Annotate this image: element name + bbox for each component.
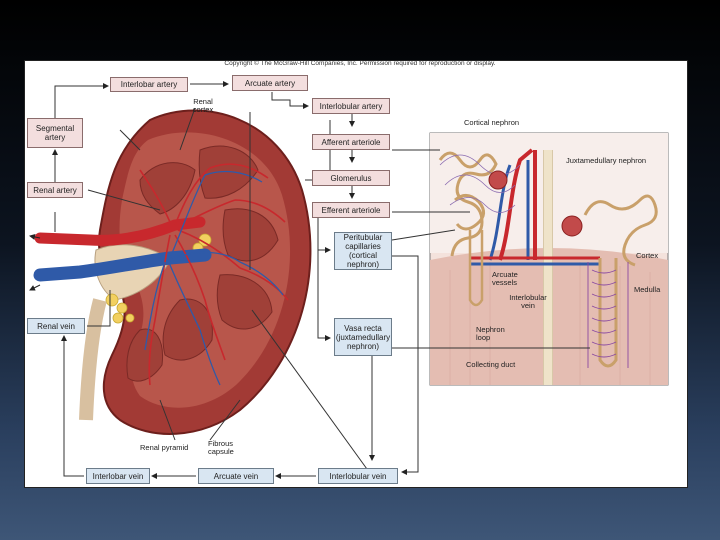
nephron-inset <box>429 132 669 386</box>
fibrous-capsule-label: Fibrous capsule <box>208 439 234 456</box>
arcuate-vessels-label: Arcuate vessels <box>492 270 518 287</box>
renal-artery-box: Renal artery <box>27 182 83 198</box>
juxtamedullary-nephron-label: Juxtamedullary nephron <box>566 156 647 165</box>
cortex-label: Cortex <box>636 251 659 260</box>
arcuate-vein-box: Arcuate vein <box>198 468 274 484</box>
glomerulus-box: Glomerulus <box>312 170 390 186</box>
kidney-illustration <box>29 109 312 435</box>
segmental-artery-box: Segmental artery <box>27 118 83 148</box>
diagram-graphics <box>29 81 669 479</box>
slide: Copyright © The McGraw-Hill Companies, I… <box>0 0 720 540</box>
renal-vein-box: Renal vein <box>27 318 85 334</box>
arcuate-artery-box: Arcuate artery <box>232 75 308 91</box>
medulla-label: Medulla <box>634 285 661 294</box>
peritubular-capillaries-box: Peritubular capillaries (cortical nephro… <box>334 232 392 270</box>
afferent-arteriole-box: Afferent arteriole <box>312 134 390 150</box>
interlobar-vein-box: Interlobar vein <box>86 468 150 484</box>
interlobular-vein-inset-label: Interlobular vein <box>509 293 547 310</box>
efferent-arteriole-box: Efferent arteriole <box>312 202 390 218</box>
interlobular-artery-box: Interlobular artery <box>312 98 390 114</box>
renal-cortex-label: Renal cortex <box>192 97 214 114</box>
vasa-recta-box: Vasa recta (juxtamedullary nephron) <box>334 318 392 356</box>
cortical-nephron-label: Cortical nephron <box>464 118 520 127</box>
renal-pyramid-label: Renal pyramid <box>140 443 189 452</box>
interlobar-artery-box: Interlobar artery <box>110 77 188 92</box>
interlobular-vein-box: Interlobular vein <box>318 468 398 484</box>
nephron-loop-label: Nephron loop <box>476 325 505 342</box>
collecting-duct-label: Collecting duct <box>466 360 516 369</box>
